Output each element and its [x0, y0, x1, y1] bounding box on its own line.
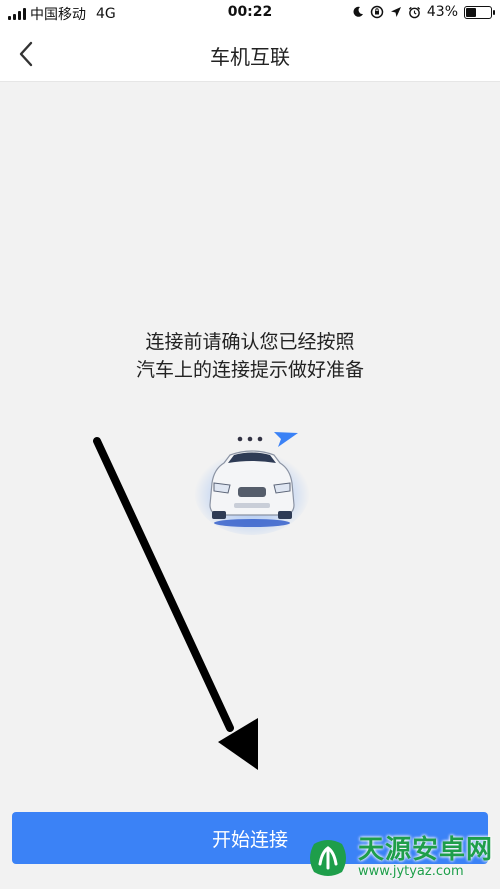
watermark-url: www.jytyaz.com: [358, 863, 464, 879]
instruction-line-2: 汽车上的连接提示做好准备: [135, 359, 364, 381]
instruction-line-1: 连接前请确认您已经按照: [145, 331, 355, 353]
watermark-text: 天源安卓网 www.jytyaz.com: [358, 836, 493, 879]
battery-icon: [464, 5, 495, 19]
alarm-icon: [408, 6, 420, 18]
watermark-title: 天源安卓网: [358, 835, 494, 866]
moon-icon: [353, 6, 363, 17]
car-connect-icon: [194, 432, 310, 535]
location-icon: [390, 7, 401, 17]
battery-fill: [466, 7, 476, 17]
nav-bar: 车机互联: [0, 26, 500, 82]
dots-icon: [237, 436, 263, 442]
status-right: 43%: [352, 4, 495, 20]
status-bar: 中国移动 4G 00:22 43%: [0, 0, 500, 26]
battery-percent: 43%: [426, 4, 458, 20]
watermark-logo-icon: [310, 839, 346, 876]
watermark: 天源安卓网 www.jytyaz.com: [304, 826, 500, 889]
instructions: 连接前请确认您已经按照 汽车上的连接提示做好准备: [0, 328, 500, 384]
page-title: 车机互联: [210, 45, 290, 69]
rotation-lock-icon: [370, 5, 384, 19]
paper-plane-icon: [274, 432, 298, 447]
